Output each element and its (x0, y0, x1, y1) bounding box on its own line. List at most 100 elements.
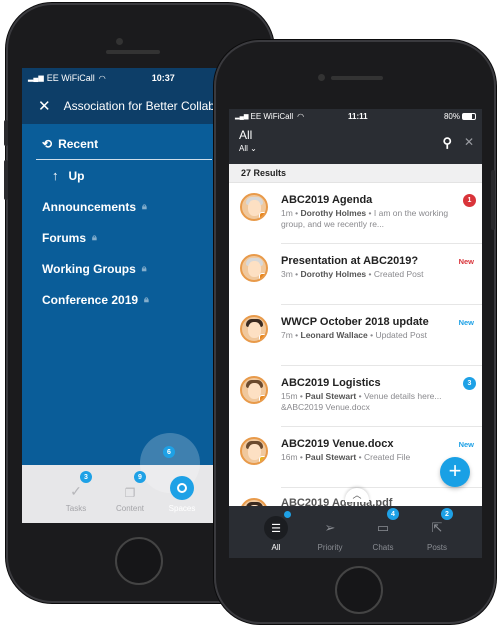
menu-item-label: Announcements (42, 199, 137, 214)
space-title: Association for Better Collabo (63, 99, 217, 113)
item-title: ABC2019 Venue.docx (281, 438, 394, 450)
list-item[interactable]: WWCP October 2018 update 7m • Leonard Wa… (240, 305, 482, 366)
unread-badge: 3 (463, 377, 476, 390)
status-bar: ▂▄▆ EE WiFiCall ◠ 10:37 (22, 68, 217, 88)
history-icon: ⟲ (42, 136, 53, 151)
front-screen: ▂▄▆ EE WiFiCall ◠ 11:11 80% All All ⌄ ⚲ … (229, 109, 482, 558)
side-button (4, 120, 8, 146)
item-summary: 7m • Leonard Wallace • Updated Post (281, 330, 427, 340)
pin-icon[interactable]: ✕ (464, 135, 474, 149)
item-title: ABC2019 Logistics (281, 377, 381, 389)
tab-label: Tasks (65, 504, 87, 513)
menu-item-recent[interactable]: ⟲ Recent (22, 128, 217, 159)
side-button (491, 170, 495, 230)
chat-icon: ▭ (376, 520, 390, 535)
avatar (240, 437, 268, 465)
item-title: Presentation at ABC2019? (281, 255, 419, 267)
menu-item-announcements[interactable]: Announcements 🔒︎ (22, 191, 217, 222)
list-item[interactable]: ABC2019 Agenda 1m • Dorothy Holmes • I a… (240, 183, 482, 244)
lock-icon: 🔒︎ (144, 294, 149, 304)
tab-tasks[interactable]: ✓ Tasks (61, 483, 91, 513)
menu-item-forums[interactable]: Forums 🔒︎ (22, 222, 217, 253)
avatar (240, 254, 268, 282)
camera (318, 74, 325, 81)
carrier-label: EE WiFiCall (46, 73, 95, 83)
tab-all[interactable]: ☰ All (256, 516, 296, 552)
wifi-icon: ◠ (297, 112, 305, 121)
chevron-up-icon: ︿ (352, 490, 362, 500)
battery-icon (462, 113, 476, 120)
posts-badge: 2 (441, 508, 453, 520)
tasks-badge: 3 (80, 471, 92, 483)
tab-label: All (271, 543, 281, 552)
tab-label: Spaces (168, 504, 196, 513)
filter-label: All (239, 144, 248, 153)
signal-icon: ▂▄▆ (28, 75, 44, 82)
bottom-tab-bar: ☰ All ➢ Priority ▭ Chats 4 ⇱ Posts 2 (229, 506, 482, 558)
wifi-icon: ◠ (98, 73, 106, 83)
item-summary: 16m • Paul Stewart • Created File (281, 452, 411, 462)
camera (116, 38, 123, 45)
chevron-down-icon: ⌄ (250, 144, 257, 153)
item-summary: 3m • Dorothy Holmes • Created Post (281, 269, 424, 279)
speaker (331, 76, 383, 80)
divider (36, 159, 212, 160)
new-flag: New (458, 318, 474, 327)
inbox-header: All All ⌄ ⚲ ✕ (229, 124, 482, 164)
tab-label: Content (115, 504, 145, 513)
bottom-tab-bar: ✓ Tasks 3 ❐ Content 9 Spaces 6 (22, 433, 217, 523)
new-flag: New (458, 257, 474, 266)
tab-chats[interactable]: ▭ Chats (363, 520, 403, 552)
tab-content[interactable]: ❐ Content (112, 486, 148, 513)
compose-button[interactable]: + (440, 457, 470, 487)
list-item[interactable]: Presentation at ABC2019? 3m • Dorothy Ho… (240, 244, 482, 305)
status-bar: ▂▄▆ EE WiFiCall ◠ 11:11 80% (229, 109, 482, 124)
speaker (106, 50, 160, 54)
menu-item-label: Working Groups (42, 261, 136, 276)
battery-label: 80% (443, 112, 460, 121)
carrier-label: EE WiFiCall (250, 112, 294, 121)
plus-icon: + (448, 458, 462, 483)
document-icon: ❐ (124, 486, 136, 500)
avatar (240, 315, 268, 343)
item-title: ABC2019 Agenda (281, 194, 373, 206)
menu-item-up[interactable]: ↑ Up (22, 160, 217, 191)
menu-item-conference-2019[interactable]: Conference 2019 🔒︎ (22, 284, 217, 315)
side-button (4, 160, 8, 200)
space-header: ✕ Association for Better Collabo (22, 88, 217, 124)
tab-label: Posts (426, 543, 447, 552)
filter-dropdown[interactable]: All ⌄ (239, 144, 257, 153)
home-button[interactable] (335, 566, 383, 614)
lock-icon: 🔒︎ (142, 201, 147, 211)
chats-badge: 4 (387, 508, 399, 520)
avatar (240, 376, 268, 404)
results-count: 27 Results (229, 164, 482, 183)
home-button[interactable] (115, 537, 163, 585)
new-flag: New (458, 440, 474, 449)
tab-spaces[interactable]: Spaces (164, 476, 200, 513)
tab-posts[interactable]: ⇱ Posts (417, 520, 457, 552)
lock-icon: 🔒︎ (141, 263, 147, 273)
tab-label: Chats (372, 543, 394, 552)
unread-badge: 1 (463, 194, 476, 207)
spaces-badge: 6 (163, 446, 175, 458)
inbox-title: All (239, 128, 253, 142)
item-summary: 15m • Paul Stewart • Venue details here.… (281, 391, 442, 413)
tab-label: Priority (317, 543, 343, 552)
check-icon: ✓ (70, 483, 82, 499)
all-icon: ☰ (264, 516, 288, 540)
status-time: 10:37 (151, 73, 175, 83)
priority-icon: ➢ (324, 520, 336, 535)
content-badge: 9 (134, 471, 146, 483)
arrow-up-icon: ↑ (52, 168, 59, 183)
close-icon[interactable]: ✕ (38, 97, 51, 115)
list-item[interactable]: ABC2019 Logistics 15m • Paul Stewart • V… (240, 366, 482, 427)
tab-priority[interactable]: ➢ Priority (310, 520, 350, 552)
signal-icon: ▂▄▆ (235, 114, 249, 120)
lock-icon: 🔒︎ (92, 232, 97, 242)
menu-item-label: Conference 2019 (42, 292, 139, 307)
status-time: 11:11 (348, 112, 368, 121)
menu-item-working-groups[interactable]: Working Groups 🔒︎ (22, 253, 217, 284)
search-icon[interactable]: ⚲ (442, 135, 452, 151)
menu-item-label: Recent (58, 136, 99, 151)
